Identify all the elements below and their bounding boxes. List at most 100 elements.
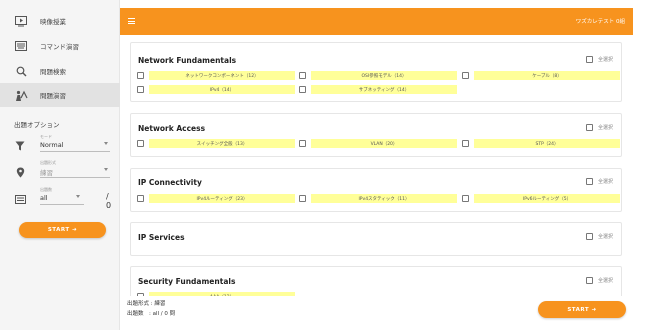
section-title: Network Fundamentals <box>138 56 237 65</box>
select-all-checkbox[interactable]: 全選択 <box>585 56 613 63</box>
practice-icon <box>14 88 28 102</box>
select-all-label: 全選択 <box>597 179 613 185</box>
sidebar-item-label: 問題検索 <box>40 68 66 76</box>
app-header: ワズカレテスト 0組 <box>120 8 633 35</box>
topic-item[interactable]: IPv4スタティック（11） <box>299 194 457 203</box>
sidebar-item-label: コマンド演習 <box>40 43 79 51</box>
section-network-access: Network Access 全選択 スイッチング全般（13） VLAN（20）… <box>130 113 622 157</box>
topic-label: IPv4ルーティング（23） <box>149 194 295 203</box>
checkbox[interactable] <box>299 195 306 202</box>
checkbox[interactable] <box>585 233 593 240</box>
section-title: Security Fundamentals <box>138 277 236 286</box>
section-title: Network Access <box>138 124 206 133</box>
checkbox[interactable] <box>462 195 469 202</box>
footer-format: 出題形式 : 練習 <box>127 301 166 307</box>
topic-item[interactable]: ケーブル（8） <box>462 71 620 80</box>
topic-label: IPv6ルーティング（5） <box>474 194 620 203</box>
topic-label: OSI参照モデル（14） <box>311 71 457 80</box>
section-title: IP Services <box>138 233 185 242</box>
count-caption: 出題数 <box>40 187 52 192</box>
select-all-label: 全選択 <box>597 278 613 284</box>
checkbox[interactable] <box>299 86 306 93</box>
select-all-checkbox[interactable]: 全選択 <box>585 124 613 131</box>
checkbox[interactable] <box>462 140 469 147</box>
checkbox[interactable] <box>137 140 144 147</box>
search-icon <box>14 64 28 78</box>
checkbox[interactable] <box>137 72 144 79</box>
topic-item[interactable]: IPv4ルーティング（23） <box>137 194 295 203</box>
section-network-fundamentals: Network Fundamentals 全選択 ネットワークコンポーネント（1… <box>130 42 622 102</box>
checkbox[interactable] <box>137 86 144 93</box>
checkbox[interactable] <box>299 140 306 147</box>
select-all-checkbox[interactable]: 全選択 <box>585 178 613 185</box>
topic-item[interactable]: IPv4（14） <box>137 85 295 94</box>
format-underline <box>40 177 110 178</box>
topic-label: サブネッティング（14） <box>311 85 457 94</box>
checkbox[interactable] <box>585 124 593 131</box>
select-all-label: 全選択 <box>597 125 613 131</box>
topic-label: スイッチング全般（13） <box>149 139 295 148</box>
chevron-down-icon <box>104 142 108 145</box>
chevron-down-icon <box>76 195 80 198</box>
topic-item[interactable]: IPv6ルーティング（5） <box>462 194 620 203</box>
select-all-label: 全選択 <box>597 57 613 63</box>
section-ip-services: IP Services 全選択 <box>130 222 622 256</box>
location-pin-icon <box>14 166 26 178</box>
section-title: IP Connectivity <box>138 178 202 187</box>
menu-icon[interactable] <box>128 18 135 24</box>
topic-label: STP（24） <box>474 139 620 148</box>
topic-label: ネットワークコンポーネント（12） <box>149 71 295 80</box>
mode-underline <box>40 151 110 152</box>
video-lesson-icon <box>14 14 28 28</box>
select-all-label: 全選択 <box>597 234 613 240</box>
sidebar-item-label: 問題演習 <box>40 92 66 100</box>
footer-start-button[interactable]: START ➜ <box>538 301 626 318</box>
count-value: all <box>40 194 48 202</box>
checkbox[interactable] <box>585 178 593 185</box>
format-caption: 出題形式 <box>40 160 56 165</box>
sidebar-item-label: 映像授業 <box>40 18 66 26</box>
topic-label: VLAN（20） <box>311 139 457 148</box>
mode-select[interactable]: モード Normal <box>14 134 114 156</box>
topic-item[interactable]: ネットワークコンポーネント（12） <box>137 71 295 80</box>
topic-label: IPv4（14） <box>149 85 295 94</box>
topic-row: IPv4ルーティング（23） IPv4スタティック（11） IPv6ルーティング… <box>137 194 620 203</box>
footer-count: 出題数 : all / 0 問 <box>127 311 176 317</box>
keyboard-icon <box>14 39 28 53</box>
count-underline <box>40 204 84 205</box>
filter-icon <box>14 140 26 152</box>
select-all-checkbox[interactable]: 全選択 <box>585 277 613 284</box>
select-all-checkbox[interactable]: 全選択 <box>585 233 613 240</box>
list-icon <box>14 193 26 205</box>
checkbox[interactable] <box>585 56 593 63</box>
sidebar: 映像授業 コマンド演習 問題検索 問題演習 出題オプション モード Normal… <box>0 0 120 330</box>
checkbox[interactable] <box>299 72 306 79</box>
topic-row: スイッチング全般（13） VLAN（20） STP（24） <box>137 139 620 148</box>
topic-item[interactable]: VLAN（20） <box>299 139 457 148</box>
chevron-down-icon <box>104 168 108 171</box>
user-name[interactable]: ワズカレテスト 0組 <box>576 17 625 25</box>
checkbox[interactable] <box>462 72 469 79</box>
section-ip-connectivity: IP Connectivity 全選択 IPv4ルーティング（23） IPv4ス… <box>130 168 622 212</box>
topic-row: ネットワークコンポーネント（12） OSI参照モデル（14） ケーブル（8） <box>137 71 620 80</box>
topic-item[interactable]: スイッチング全般（13） <box>137 139 295 148</box>
format-value: 練習 <box>40 169 53 177</box>
topic-label: ケーブル（8） <box>474 71 620 80</box>
format-select[interactable]: 出題形式 練習 <box>14 160 114 182</box>
checkbox[interactable] <box>137 195 144 202</box>
sidebar-item-command-practice[interactable]: コマンド演習 <box>0 34 120 58</box>
mode-caption: モード <box>40 134 52 139</box>
topic-label: IPv4スタティック（11） <box>311 194 457 203</box>
topic-item[interactable]: サブネッティング（14） <box>299 85 457 94</box>
sidebar-item-question-search[interactable]: 問題検索 <box>0 59 120 83</box>
topic-item[interactable]: OSI参照モデル（14） <box>299 71 457 80</box>
checkbox[interactable] <box>585 277 593 284</box>
topic-item[interactable]: STP（24） <box>462 139 620 148</box>
sidebar-item-video-lessons[interactable]: 映像授業 <box>0 9 120 33</box>
mode-value: Normal <box>40 141 64 149</box>
sidebar-item-question-practice[interactable]: 問題演習 <box>0 83 120 107</box>
sidebar-start-button[interactable]: START ➜ <box>19 222 106 238</box>
topic-row: IPv4（14） サブネッティング（14） <box>137 85 617 94</box>
count-total: / 0 <box>106 192 112 210</box>
count-select[interactable]: 出題数 all / 0 <box>14 187 114 210</box>
